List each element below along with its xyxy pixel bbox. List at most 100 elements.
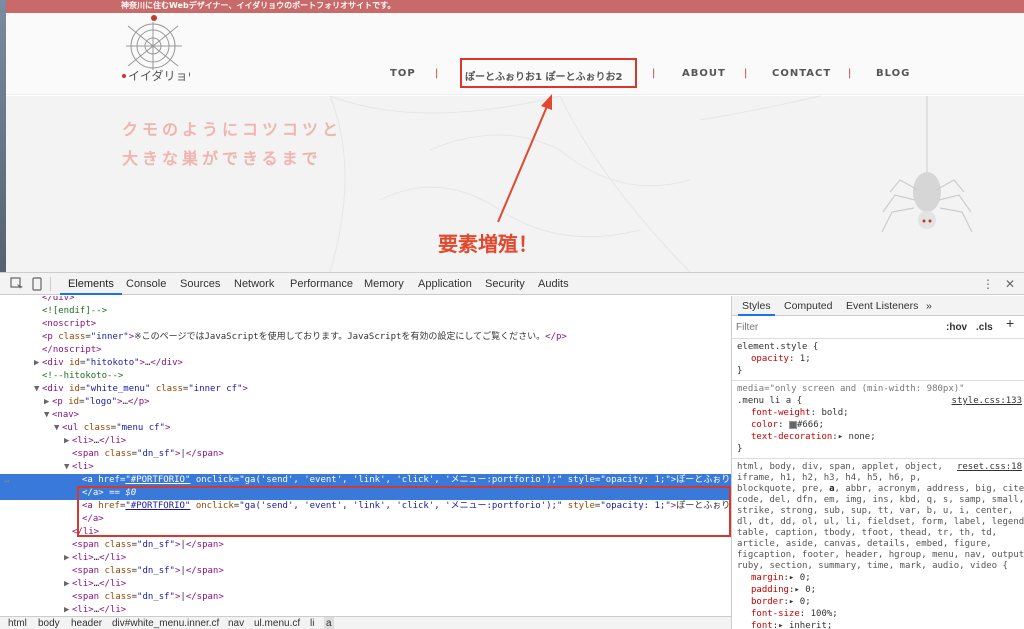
- dom-node[interactable]: </div>: [0, 296, 731, 305]
- tab-console[interactable]: Console: [118, 273, 174, 295]
- annotation-text: 要素増殖！: [438, 232, 538, 256]
- css-rule-selector: strike, strong, sub, sup, tt, var, b, u,…: [737, 506, 1014, 516]
- tab-security[interactable]: Security: [477, 273, 533, 295]
- tab-more[interactable]: »: [922, 296, 936, 316]
- css-source-link[interactable]: style.css:133: [952, 396, 1022, 408]
- rule-divider: [732, 380, 1024, 381]
- nav-blog[interactable]: BLOG: [876, 68, 910, 79]
- dom-node[interactable]: <span class="dn_sf">|</span>: [0, 565, 731, 578]
- breadcrumb-item-active[interactable]: a: [324, 617, 334, 629]
- dom-node[interactable]: ▼ <ul class="menu cf">: [0, 422, 731, 435]
- devtools-toolbar: Elements Console Sources Network Perform…: [0, 273, 1024, 295]
- dom-node[interactable]: <![endif]-->: [0, 305, 731, 318]
- css-declaration[interactable]: padding:▸ 0;: [751, 585, 816, 597]
- css-rule-selector: iframe, h1, h2, h3, h4, h5, h6, p,: [737, 473, 922, 483]
- breadcrumb-item[interactable]: html: [8, 617, 27, 629]
- dom-node[interactable]: ▶ <p id="logo">…</p>: [0, 396, 731, 409]
- dom-node[interactable]: <span class="dn_sf">|</span>: [0, 539, 731, 552]
- css-declaration[interactable]: font-weight: bold;: [751, 408, 849, 420]
- more-options-icon[interactable]: ⋮: [982, 277, 994, 291]
- tab-audits[interactable]: Audits: [530, 273, 577, 295]
- dom-node[interactable]: ▶ <li>…</li>: [0, 604, 731, 616]
- css-rule-selector: element.style {: [737, 342, 819, 352]
- styles-filter-input[interactable]: [736, 320, 926, 335]
- styles-pane: Styles Computed Event Listeners » :hov .…: [731, 296, 1024, 629]
- rule-divider: [732, 458, 1024, 459]
- close-devtools-icon[interactable]: ✕: [1004, 277, 1016, 291]
- dom-node[interactable]: ▼ <nav>: [0, 409, 731, 422]
- dom-node[interactable]: ▶ <li>…</li>: [0, 435, 731, 448]
- breadcrumb: html body header div#white_menu.inner.cf…: [0, 616, 731, 629]
- css-rule-selector: article, aside, canvas, details, embed, …: [737, 539, 992, 549]
- dom-node[interactable]: ▶ <li>…</li>: [0, 578, 731, 591]
- tab-styles[interactable]: Styles: [738, 296, 775, 316]
- css-declaration[interactable]: font-size: 100%;: [751, 609, 838, 621]
- dom-node[interactable]: <!--hitokoto-->: [0, 370, 731, 383]
- nav-separator: |: [744, 68, 748, 79]
- dom-node[interactable]: ▼ <li>: [0, 461, 731, 474]
- css-declaration[interactable]: margin:▸ 0;: [751, 573, 811, 585]
- css-rule-selector: code, del, dfn, em, img, ins, kbd, q, s,…: [737, 495, 1024, 505]
- highlight-box-nav: [460, 58, 637, 88]
- breadcrumb-item[interactable]: ul.menu.cf: [254, 617, 300, 629]
- catch-copy-line2: 大きな巣ができるまで: [122, 149, 322, 168]
- css-declaration[interactable]: font:▸ inherit;: [751, 621, 832, 629]
- tab-memory[interactable]: Memory: [356, 273, 412, 295]
- highlight-box-code: [77, 486, 731, 537]
- nav-separator: |: [435, 68, 439, 79]
- inspect-element-icon[interactable]: [10, 277, 24, 291]
- tab-performance[interactable]: Performance: [282, 273, 361, 295]
- styles-filter-row: :hov .cls +: [732, 316, 1024, 339]
- breadcrumb-item[interactable]: li: [310, 617, 314, 629]
- css-rule-selector: table, caption, tbody, tfoot, thead, tr,…: [737, 528, 998, 538]
- tab-sources[interactable]: Sources: [172, 273, 228, 295]
- css-rule-selector: dl, dt, dd, ol, ul, li, fieldset, form, …: [737, 517, 1024, 527]
- website-viewport: 神奈川に住むWebデザイナー、イイダリョウのポートフォリオサイトです。 イイダリ…: [0, 0, 1024, 272]
- dom-node[interactable]: <p class="inner">※このページではJavaScriptを使用して…: [0, 331, 731, 344]
- dom-node[interactable]: <span class="dn_sf">|</span>: [0, 448, 731, 461]
- logo-text: イイダリョウ: [128, 68, 190, 83]
- class-toggle[interactable]: .cls: [976, 322, 993, 334]
- css-rule-selector: html, body, div, span, applet, object,: [737, 462, 943, 472]
- css-rule-end: }: [737, 444, 743, 454]
- css-rule-selector: figcaption, footer, header, hgroup, menu…: [737, 550, 1024, 560]
- hover-state-toggle[interactable]: :hov: [946, 322, 967, 334]
- spider-illustration: [881, 172, 973, 233]
- site-logo[interactable]: イイダリョウ: [118, 14, 190, 86]
- tab-computed[interactable]: Computed: [780, 296, 836, 316]
- nav-separator: |: [848, 68, 852, 79]
- add-rule-icon[interactable]: +: [1006, 316, 1014, 329]
- nav-about[interactable]: ABOUT: [682, 68, 726, 79]
- breadcrumb-item[interactable]: header: [71, 617, 102, 629]
- devtools-panel: Elements Console Sources Network Perform…: [0, 272, 1024, 629]
- tab-elements[interactable]: Elements: [60, 273, 122, 295]
- css-rule-selector: ruby, section, summary, time, mark, audi…: [737, 561, 1008, 571]
- css-declaration[interactable]: border:▸ 0;: [751, 597, 811, 609]
- dom-node[interactable]: <span class="dn_sf">|</span>: [0, 591, 731, 604]
- tab-event-listeners[interactable]: Event Listeners: [842, 296, 922, 316]
- breadcrumb-item[interactable]: body: [38, 617, 60, 629]
- color-swatch: [788, 420, 797, 429]
- dom-node[interactable]: ▶ <div id="hitokoto">…</div>: [0, 357, 731, 370]
- dom-node[interactable]: ▼ <div id="white_menu" class="inner cf">: [0, 383, 731, 396]
- dom-node[interactable]: ▶ <li>…</li>: [0, 552, 731, 565]
- css-rule-selector: .menu li a {: [737, 396, 803, 406]
- nav-separator: |: [652, 68, 656, 79]
- dom-node[interactable]: <noscript>: [0, 318, 731, 331]
- css-declaration[interactable]: color: #666;: [751, 420, 824, 432]
- device-toolbar-icon[interactable]: [30, 277, 44, 291]
- elements-tree[interactable]: </div> <![endif]--> <noscript> <p class=…: [0, 296, 731, 616]
- nav-contact[interactable]: CONTACT: [772, 68, 831, 79]
- breadcrumb-item[interactable]: nav: [228, 617, 244, 629]
- catch-copy-line1: クモのようにコツコツと: [122, 120, 343, 139]
- css-rule-end: }: [737, 366, 743, 376]
- styles-tabs: Styles Computed Event Listeners »: [732, 296, 1024, 316]
- nav-top[interactable]: TOP: [390, 68, 416, 79]
- dom-node[interactable]: </noscript>: [0, 344, 731, 357]
- toolbar-divider: [50, 277, 51, 291]
- breadcrumb-item[interactable]: div#white_menu.inner.cf: [112, 617, 219, 629]
- css-declaration[interactable]: opacity: 1;: [751, 354, 811, 366]
- tab-application[interactable]: Application: [410, 273, 480, 295]
- tab-network[interactable]: Network: [226, 273, 282, 295]
- css-declaration[interactable]: text-decoration:▸ none;: [751, 432, 876, 444]
